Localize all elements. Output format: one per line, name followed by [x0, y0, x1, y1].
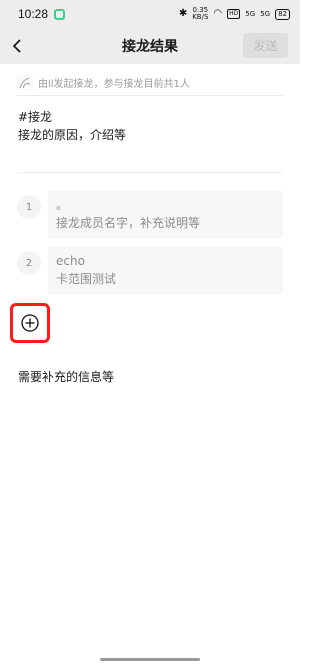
entry-row: 1 。 接龙成员名字，补充说明等 — [17, 191, 283, 239]
entry-line-2: 卡范围测试 — [56, 272, 117, 286]
bluetooth-icon: ✱ — [178, 8, 188, 19]
wifi-icon: ◠ — [213, 8, 223, 19]
initiator-text: 由ll发起接龙，参与接龙目前共1人 — [38, 79, 190, 90]
entry-line-1: echo — [56, 254, 85, 268]
status-time: 10:28 — [18, 7, 49, 21]
divider — [18, 172, 282, 173]
back-icon[interactable] — [10, 38, 26, 54]
entry-row: 2 echo 卡范围测试 — [17, 247, 283, 295]
signal-5g-2: 5G — [260, 10, 271, 18]
topic-title: #接龙 — [18, 110, 53, 124]
hd-badge: HD — [227, 9, 241, 19]
entry-number: 1 — [17, 195, 41, 219]
speed-unit: KB/S — [192, 13, 209, 21]
app-notification-icon — [54, 8, 66, 20]
topic-description: 接龙的原因，介绍等 — [18, 128, 127, 142]
network-speed: 0.35 KB/S — [192, 7, 208, 21]
header: 接龙结果 发送 — [0, 28, 300, 64]
add-icon — [21, 314, 39, 332]
send-button[interactable]: 发送 — [243, 33, 288, 58]
entry-input[interactable]: 。 接龙成员名字，补充说明等 — [48, 191, 283, 239]
avatar — [17, 74, 33, 91]
entry-number: 2 — [17, 251, 41, 275]
topic-section[interactable]: #接龙 接龙的原因，介绍等 — [18, 108, 282, 160]
entry-line-1: 。 — [56, 198, 69, 212]
signal-5g-1: 5G — [245, 10, 256, 18]
battery-icon: 82 — [275, 8, 290, 20]
initiator-info: 由ll发起接龙，参与接龙目前共1人 — [17, 74, 283, 96]
status-indicators: ✱ 0.35 KB/S ◠ HD 5G 5G 82 — [179, 7, 290, 21]
entry-line-2: 接龙成员名字，补充说明等 — [56, 216, 201, 230]
entry-input[interactable]: echo 卡范围测试 — [48, 247, 283, 295]
entry-list: 1 。 接龙成员名字，补充说明等 2 echo 卡范围测试 — [0, 191, 300, 295]
add-entry-button[interactable] — [10, 303, 50, 343]
status-bar: 10:28 ✱ 0.35 KB/S ◠ HD 5G 5G 82 — [0, 0, 300, 28]
extra-info-field[interactable]: 需要补充的信息等 — [18, 368, 300, 385]
home-indicator[interactable] — [100, 658, 200, 661]
